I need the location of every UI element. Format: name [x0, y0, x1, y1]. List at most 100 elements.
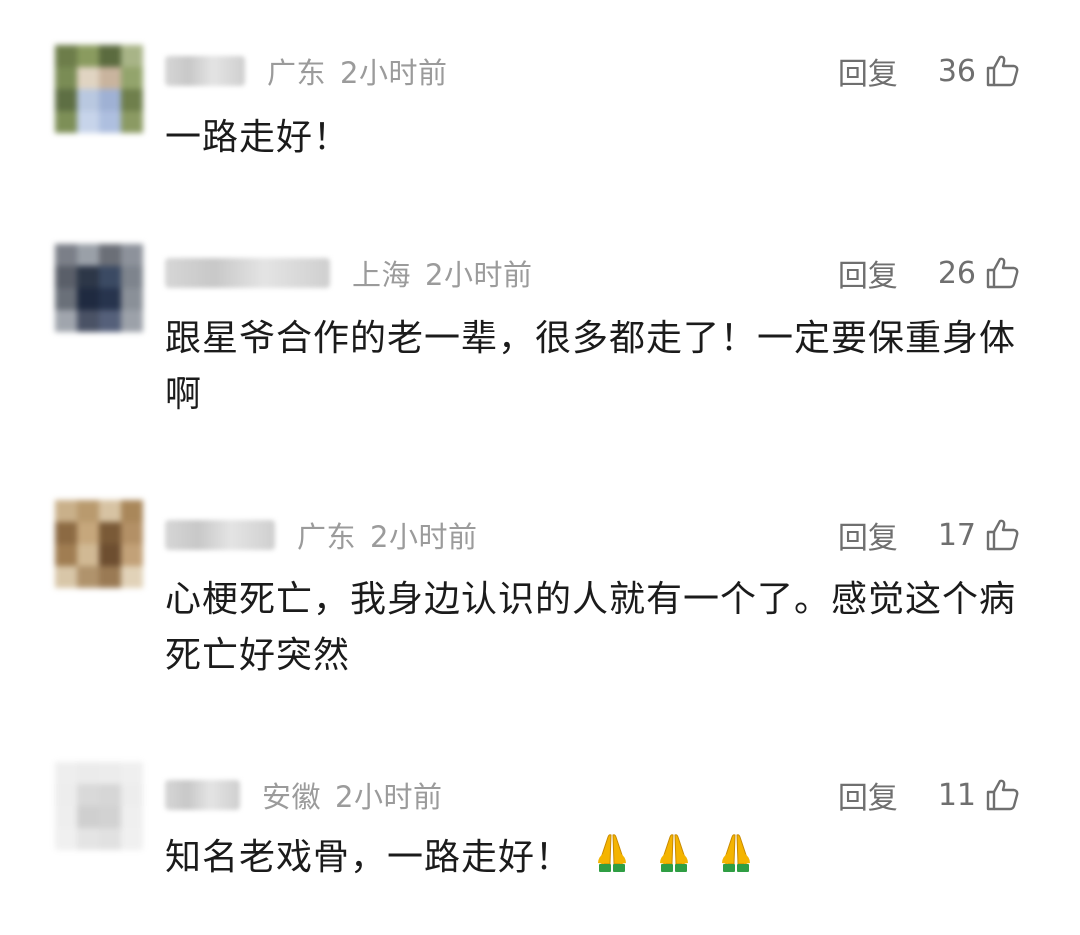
avatar-pixel — [99, 45, 121, 67]
avatar-pixel — [99, 828, 121, 850]
avatar-pixel — [99, 806, 121, 828]
avatar[interactable] — [55, 762, 143, 850]
avatar-pixel — [77, 522, 99, 544]
avatar-pixel — [55, 522, 77, 544]
avatar-pixel — [99, 762, 121, 784]
username-blurred[interactable] — [165, 780, 240, 810]
avatar-pixel — [99, 244, 121, 266]
username-blurred[interactable] — [165, 56, 245, 86]
avatar-pixel — [121, 806, 143, 828]
avatar-pixel — [55, 288, 77, 310]
comment-meta: 广东 2小时前 — [165, 46, 447, 96]
avatar-pixel — [99, 89, 121, 111]
avatar-pixel — [55, 806, 77, 828]
avatar-pixel — [99, 500, 121, 522]
avatar-pixel — [121, 45, 143, 67]
avatar-pixel — [77, 828, 99, 850]
avatar-pixel — [77, 544, 99, 566]
timestamp: 2小时前 — [340, 56, 448, 90]
thumbs-up-icon[interactable] — [984, 777, 1020, 813]
emoji-row — [572, 834, 758, 878]
folded-hands-emoji — [660, 834, 689, 872]
avatar-pixel — [77, 566, 99, 588]
comment-meta: 上海 2小时前 — [165, 248, 532, 298]
avatar-pixel — [77, 784, 99, 806]
avatar-pixel — [77, 288, 99, 310]
avatar-pixel — [99, 288, 121, 310]
avatar-pixel — [55, 244, 77, 266]
avatar-pixel — [121, 784, 143, 806]
avatar-pixel — [121, 89, 143, 111]
avatar-pixel — [55, 45, 77, 67]
avatar-pixel — [99, 310, 121, 332]
like-count: 17 — [937, 517, 976, 553]
avatar-pixel — [55, 566, 77, 588]
avatar-pixel — [55, 310, 77, 332]
avatar-pixel — [77, 266, 99, 288]
comment-text: 知名老戏骨，一路走好！ — [165, 830, 1025, 886]
reply-button[interactable]: 回复 — [838, 251, 898, 295]
comment-actions: 回复 11 — [838, 770, 1020, 820]
avatar-pixel — [121, 566, 143, 588]
avatar-pixel — [55, 89, 77, 111]
avatar-pixel — [99, 522, 121, 544]
avatar-pixel — [77, 45, 99, 67]
timestamp: 2小时前 — [425, 258, 533, 292]
reply-button[interactable]: 回复 — [838, 773, 898, 817]
comment-text: 跟星爷合作的老一辈，很多都走了！一定要保重身体啊 — [165, 318, 1017, 415]
avatar-pixel — [55, 266, 77, 288]
region-label: 上海 — [352, 258, 412, 292]
reply-button[interactable]: 回复 — [838, 49, 898, 93]
avatar-pixel — [99, 111, 121, 133]
avatar[interactable] — [55, 45, 143, 133]
region-label: 安徽 — [262, 780, 322, 814]
avatar-pixel — [55, 828, 77, 850]
avatar-pixel — [77, 806, 99, 828]
comment-actions: 回复 36 — [838, 46, 1020, 96]
avatar-pixel — [99, 67, 121, 89]
avatar-pixel — [121, 544, 143, 566]
thumbs-up-icon[interactable] — [984, 255, 1020, 291]
username-blurred[interactable] — [165, 258, 330, 288]
comment-actions: 回复 26 — [838, 248, 1020, 298]
thumbs-up-icon[interactable] — [984, 517, 1020, 553]
avatar-pixel — [55, 762, 77, 784]
avatar-pixel — [121, 244, 143, 266]
avatar-pixel — [121, 500, 143, 522]
reply-button[interactable]: 回复 — [838, 513, 898, 557]
avatar-pixel — [77, 244, 99, 266]
comment-text-content: 知名老戏骨，一路走好！ — [165, 837, 573, 878]
timestamp: 2小时前 — [370, 520, 478, 554]
avatar-pixel — [121, 762, 143, 784]
avatar-pixel — [77, 762, 99, 784]
avatar-pixel — [77, 67, 99, 89]
avatar-pixel — [121, 67, 143, 89]
avatar-pixel — [99, 266, 121, 288]
avatar-pixel — [77, 500, 99, 522]
comment-meta: 广东 2小时前 — [165, 510, 477, 560]
avatar[interactable] — [55, 244, 143, 332]
comment-actions: 回复 17 — [838, 510, 1020, 560]
comment-meta: 安徽 2小时前 — [165, 770, 442, 820]
thumbs-up-icon[interactable] — [984, 53, 1020, 89]
avatar[interactable] — [55, 500, 143, 588]
avatar-pixel — [55, 784, 77, 806]
avatar-pixel — [55, 111, 77, 133]
folded-hands-emoji — [598, 834, 627, 872]
avatar-pixel — [99, 566, 121, 588]
avatar-pixel — [121, 266, 143, 288]
avatar-pixel — [121, 111, 143, 133]
username-blurred[interactable] — [165, 520, 275, 550]
timestamp: 2小时前 — [335, 780, 443, 814]
avatar-pixel — [77, 310, 99, 332]
avatar-pixel — [99, 544, 121, 566]
avatar-pixel — [121, 828, 143, 850]
avatar-pixel — [77, 111, 99, 133]
comment-text: 心梗死亡，我身边认识的人就有一个了。感觉这个病死亡好突然 — [165, 579, 1017, 676]
folded-hands-emoji — [722, 834, 751, 872]
region-label: 广东 — [297, 520, 357, 554]
like-count: 26 — [937, 255, 976, 291]
region-label: 广东 — [267, 56, 327, 90]
avatar-pixel — [55, 500, 77, 522]
avatar-pixel — [55, 67, 77, 89]
